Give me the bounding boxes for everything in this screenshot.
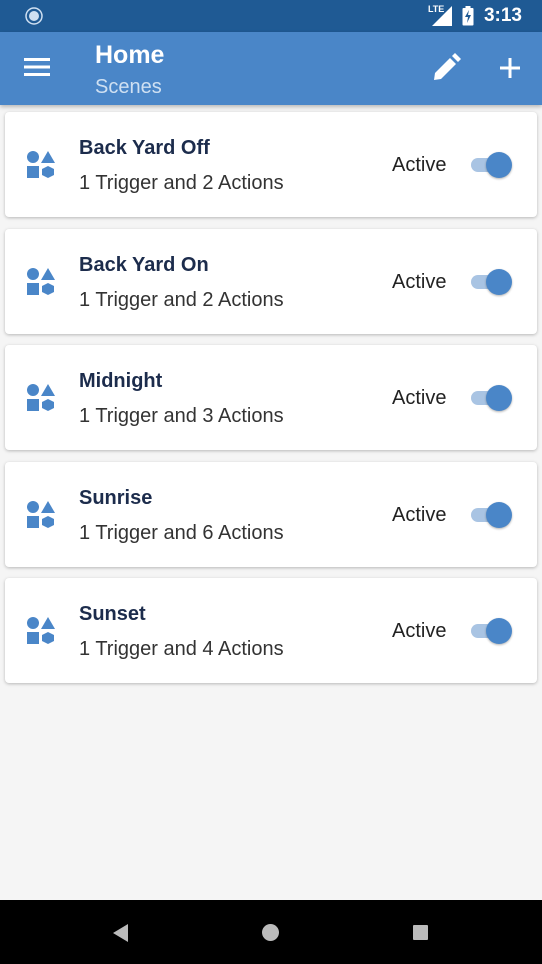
scene-active-toggle[interactable]	[468, 383, 514, 413]
scene-name: Midnight	[79, 370, 163, 392]
scene-name: Sunset	[79, 603, 146, 625]
toggle-thumb	[486, 618, 512, 644]
scene-status-label: Active	[392, 387, 447, 409]
scene-card[interactable]: Sunset 1 Trigger and 4 Actions Active	[5, 578, 537, 683]
status-bar: LTE 3:13	[0, 0, 542, 32]
page-subtitle: Scenes	[95, 76, 162, 98]
plus-icon[interactable]	[496, 54, 524, 82]
app-notification-icon	[25, 7, 43, 25]
scene-shapes-icon	[27, 500, 55, 528]
battery-charging-icon	[462, 6, 474, 26]
scene-description: 1 Trigger and 2 Actions	[79, 288, 284, 311]
page-title: Home	[95, 41, 165, 69]
scene-status-label: Active	[392, 503, 447, 526]
pencil-icon[interactable]	[430, 52, 462, 84]
scene-status-label: Active	[392, 154, 447, 176]
back-icon[interactable]	[112, 923, 130, 943]
scene-description: 1 Trigger and 6 Actions	[79, 521, 284, 544]
scene-active-toggle[interactable]	[468, 616, 514, 646]
system-navigation-bar	[0, 900, 542, 964]
scene-card[interactable]: Midnight 1 Trigger and 3 Actions Active	[5, 345, 537, 450]
scene-list: Back Yard Off 1 Trigger and 2 Actions Ac…	[5, 112, 537, 695]
scene-status-label: Active	[392, 270, 447, 293]
toggle-thumb	[486, 385, 512, 411]
scene-description: 1 Trigger and 4 Actions	[79, 638, 284, 660]
lte-signal-icon: LTE	[428, 4, 452, 26]
app-bar: Home Scenes	[0, 32, 542, 105]
scene-shapes-icon	[27, 151, 55, 178]
scene-active-toggle[interactable]	[468, 267, 514, 297]
scene-status-label: Active	[392, 620, 447, 642]
clock: 3:13	[483, 5, 522, 26]
scene-description: 1 Trigger and 3 Actions	[79, 405, 284, 427]
scene-name: Sunrise	[79, 486, 153, 509]
scene-card[interactable]: Back Yard On 1 Trigger and 2 Actions Act…	[5, 228, 537, 334]
scene-name: Back Yard Off	[79, 137, 210, 159]
scene-shapes-icon	[27, 384, 55, 411]
scene-description: 1 Trigger and 2 Actions	[79, 172, 284, 194]
scene-shapes-icon	[27, 267, 55, 295]
scene-shapes-icon	[27, 617, 55, 644]
toggle-thumb	[486, 152, 512, 178]
scene-active-toggle[interactable]	[468, 150, 514, 180]
toggle-thumb	[486, 268, 512, 295]
scene-card[interactable]: Sunrise 1 Trigger and 6 Actions Active	[5, 461, 537, 567]
scene-name: Back Yard On	[79, 253, 209, 276]
recents-icon[interactable]	[412, 924, 429, 941]
home-icon[interactable]	[261, 923, 280, 942]
hamburger-menu-icon[interactable]	[24, 56, 50, 78]
scene-active-toggle[interactable]	[468, 500, 514, 530]
scene-card[interactable]: Back Yard Off 1 Trigger and 2 Actions Ac…	[5, 112, 537, 217]
toggle-thumb	[486, 501, 512, 528]
